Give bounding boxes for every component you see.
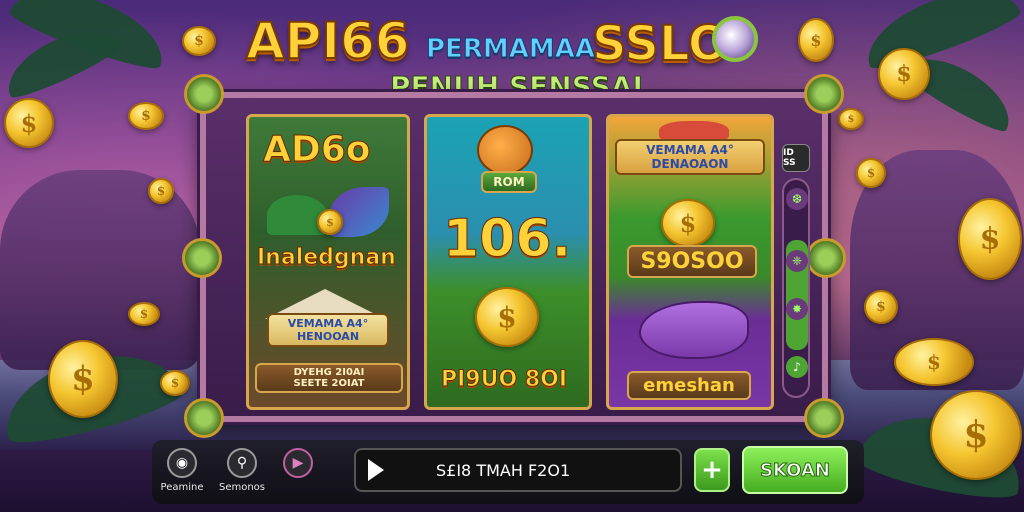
coin-icon: $	[475, 287, 539, 347]
play-text: S£I8 TMAH F2O1	[436, 460, 571, 480]
card2-footer: PI9UO 8OI	[440, 367, 568, 393]
card3-footer: emeshan	[627, 371, 751, 400]
bottom-toolbar: ◉ Peamine ⚲ Semonos ▶ S£I8 TMAH F2O1 + S…	[152, 440, 864, 504]
play-circle-icon: ▶	[283, 448, 313, 478]
slot-machine-icon: ◉	[167, 448, 197, 478]
spin-button[interactable]: SKOAN	[742, 446, 848, 494]
tool-label: Peamine	[160, 482, 204, 493]
vine-ornament-icon	[182, 238, 222, 278]
play-icon	[368, 459, 384, 481]
side-button-3[interactable]: ✸	[786, 298, 808, 320]
add-button[interactable]: +	[694, 448, 730, 492]
coin-icon: $	[182, 26, 216, 56]
coin-icon: $	[856, 158, 886, 188]
card1-logo: AD6o	[263, 129, 372, 171]
card1-footer-line1: DYEHG 2I0AI	[293, 367, 365, 378]
crystal-orb-icon	[712, 16, 758, 62]
info-button[interactable]: ID SS	[782, 144, 810, 172]
vine-ornament-icon	[184, 398, 224, 438]
cat-mascot-icon	[477, 125, 533, 175]
slot-machine-frame: AD6o $ Inaledgnan VEMAMA A4° HENOOAN DYE…	[182, 74, 846, 438]
tool-label: Semonos	[218, 482, 266, 493]
tool-peamine[interactable]: ◉ Peamine	[154, 448, 210, 493]
shark-icon	[639, 301, 749, 359]
tool-semonos[interactable]: ⚲ Semonos	[214, 448, 270, 493]
side-button-4[interactable]: ♪	[786, 356, 808, 378]
side-control-rail: ❆ ❈ ✸ ♪	[782, 178, 810, 398]
card1-footer-line2: SEETE 2OIAT	[293, 378, 365, 389]
coin-icon: $	[838, 108, 864, 130]
coin-icon: $	[958, 198, 1022, 280]
vine-ornament-icon	[804, 398, 844, 438]
coin-icon: $	[894, 338, 974, 386]
game-card-1[interactable]: AD6o $ Inaledgnan VEMAMA A4° HENOOAN DYE…	[246, 114, 410, 410]
coin-icon: $	[317, 209, 343, 235]
coin-icon: $	[160, 370, 190, 396]
title-slot: SSLO	[591, 15, 730, 73]
coin-icon: $	[4, 98, 54, 148]
coin-icon: $	[148, 178, 174, 204]
vine-ornament-icon	[804, 74, 844, 114]
chat-search-icon: ⚲	[227, 448, 257, 478]
coin-icon: $	[128, 102, 164, 130]
card2-big-number: 106.	[442, 209, 572, 270]
tool-play[interactable]: ▶	[270, 448, 326, 482]
title-permainan: PERMAMAA	[426, 34, 596, 65]
vine-ornament-icon	[806, 238, 846, 278]
side-button-2[interactable]: ❈	[786, 250, 808, 272]
card3-amount: S9OSOO	[627, 245, 757, 278]
vine-ornament-icon	[184, 74, 224, 114]
card1-game-title: Inaledgnan	[257, 245, 397, 271]
coin-icon: $	[864, 290, 898, 324]
coin-icon: $	[48, 340, 118, 418]
coin-icon: $	[128, 302, 160, 326]
coin-icon: $	[930, 390, 1022, 480]
coin-icon: $	[878, 48, 930, 100]
side-button-1[interactable]: ❆	[786, 188, 808, 210]
card1-badge: VEMAMA A4° HENOOAN	[267, 313, 389, 347]
title-brand: API66	[245, 11, 411, 71]
play-input[interactable]: S£I8 TMAH F2O1	[354, 448, 682, 492]
card3-badge: VEMAMA A4° DENAOAON	[615, 139, 765, 175]
game-card-3[interactable]: VEMAMA A4° DENAOAON $ S9OSOO emeshan	[606, 114, 774, 410]
coin-icon: $	[798, 18, 834, 62]
card1-footer: DYEHG 2I0AI SEETE 2OIAT	[255, 363, 403, 393]
card2-badge: ROM	[481, 171, 537, 193]
coin-icon: $	[661, 199, 715, 247]
game-title: API66 PERMAMAA SSLO PENUH SENSSAI	[240, 11, 800, 104]
game-card-2[interactable]: ROM 106. $ PI9UO 8OI	[424, 114, 592, 410]
